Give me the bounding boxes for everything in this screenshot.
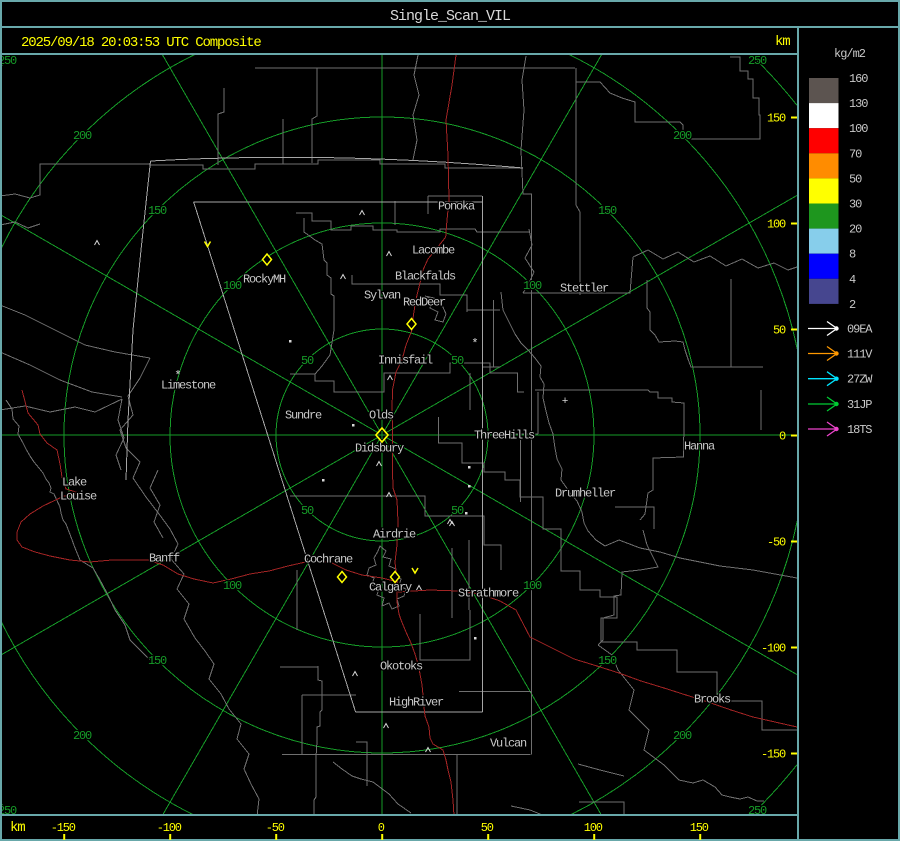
svg-text:150: 150 xyxy=(767,112,786,126)
svg-text:-100: -100 xyxy=(761,642,786,656)
svg-text:50: 50 xyxy=(773,324,786,338)
svg-text:8: 8 xyxy=(849,248,856,262)
svg-text:200: 200 xyxy=(73,729,92,743)
svg-text:18TS: 18TS xyxy=(847,423,872,437)
svg-text:kg/m2: kg/m2 xyxy=(834,47,866,61)
svg-text:km: km xyxy=(10,820,25,836)
svg-text:130: 130 xyxy=(849,97,868,111)
svg-text:Louise: Louise xyxy=(60,490,97,504)
svg-text:4: 4 xyxy=(849,273,856,287)
svg-text:150: 150 xyxy=(148,654,167,668)
svg-text:Olds: Olds xyxy=(369,409,394,423)
svg-text:-50: -50 xyxy=(266,821,285,835)
svg-text:0: 0 xyxy=(779,430,786,444)
svg-text:50: 50 xyxy=(451,354,464,368)
svg-text:Drumheller: Drumheller xyxy=(555,487,616,501)
svg-text:RockyMH: RockyMH xyxy=(243,273,286,287)
svg-text:Sundre: Sundre xyxy=(285,409,322,423)
svg-text:Banff: Banff xyxy=(149,552,180,566)
svg-text:30: 30 xyxy=(849,198,862,212)
svg-text:-50: -50 xyxy=(767,536,786,550)
svg-text:200: 200 xyxy=(673,129,692,143)
svg-text:Limestone: Limestone xyxy=(161,379,216,393)
svg-text:2: 2 xyxy=(849,298,856,312)
svg-text:70: 70 xyxy=(849,147,862,161)
svg-text:250: 250 xyxy=(0,54,17,68)
svg-text:Calgary: Calgary xyxy=(369,581,412,595)
svg-text:100: 100 xyxy=(523,579,542,593)
svg-text:*: * xyxy=(174,369,181,383)
svg-text:Innisfail: Innisfail xyxy=(378,354,433,368)
svg-text:200: 200 xyxy=(73,129,92,143)
svg-text:ThreeHills: ThreeHills xyxy=(474,429,535,443)
svg-text:150: 150 xyxy=(598,204,617,218)
svg-text:-150: -150 xyxy=(51,821,76,835)
svg-text:0: 0 xyxy=(378,821,385,835)
svg-text:150: 150 xyxy=(598,654,617,668)
svg-text:150: 150 xyxy=(148,204,167,218)
svg-text:100: 100 xyxy=(523,279,542,293)
svg-text:Blackfalds: Blackfalds xyxy=(395,270,456,284)
svg-text:Cochrane: Cochrane xyxy=(304,553,353,567)
svg-text:2025/09/18 20:03:53 UTC Compos: 2025/09/18 20:03:53 UTC Composite xyxy=(21,35,261,51)
svg-text:50: 50 xyxy=(451,504,464,518)
svg-text:Hanna: Hanna xyxy=(684,440,715,454)
svg-text:20: 20 xyxy=(849,223,862,237)
svg-text:Brooks: Brooks xyxy=(694,693,731,707)
svg-text:Lacombe: Lacombe xyxy=(412,244,455,258)
svg-text:100: 100 xyxy=(849,122,868,136)
svg-text:100: 100 xyxy=(767,218,786,232)
svg-text:Okotoks: Okotoks xyxy=(380,660,423,674)
svg-text:50: 50 xyxy=(301,354,314,368)
svg-text:250: 250 xyxy=(748,54,767,68)
svg-text:km: km xyxy=(775,34,790,50)
svg-text:*: * xyxy=(471,337,478,351)
svg-text:111V: 111V xyxy=(847,348,873,362)
svg-text:50: 50 xyxy=(301,504,314,518)
svg-text:50: 50 xyxy=(849,172,862,186)
svg-text:160: 160 xyxy=(849,72,868,86)
svg-text:100: 100 xyxy=(584,821,603,835)
svg-text:Single_Scan_VIL: Single_Scan_VIL xyxy=(390,8,511,25)
svg-text:Sylvan: Sylvan xyxy=(364,289,401,303)
svg-text:31JP: 31JP xyxy=(847,398,872,412)
svg-text:Lake: Lake xyxy=(62,476,87,490)
svg-text:Didsbury: Didsbury xyxy=(355,442,404,456)
svg-text:09EA: 09EA xyxy=(847,323,873,337)
svg-text:150: 150 xyxy=(690,821,709,835)
svg-text:HighRiver: HighRiver xyxy=(389,696,444,710)
svg-text:100: 100 xyxy=(223,579,242,593)
svg-text:RedDeer: RedDeer xyxy=(403,296,446,310)
svg-text:50: 50 xyxy=(481,821,494,835)
svg-text:+: + xyxy=(562,396,569,408)
svg-text:Airdrie: Airdrie xyxy=(373,528,416,542)
svg-text:Vulcan: Vulcan xyxy=(490,737,527,751)
svg-text:Strathmore: Strathmore xyxy=(458,587,519,601)
svg-text:Ponoka: Ponoka xyxy=(438,200,475,214)
svg-text:-100: -100 xyxy=(157,821,182,835)
svg-text:27ZW: 27ZW xyxy=(847,373,873,387)
svg-text:100: 100 xyxy=(223,279,242,293)
svg-text:-150: -150 xyxy=(761,748,786,762)
svg-text:Stettler: Stettler xyxy=(560,282,609,296)
svg-text:200: 200 xyxy=(673,729,692,743)
